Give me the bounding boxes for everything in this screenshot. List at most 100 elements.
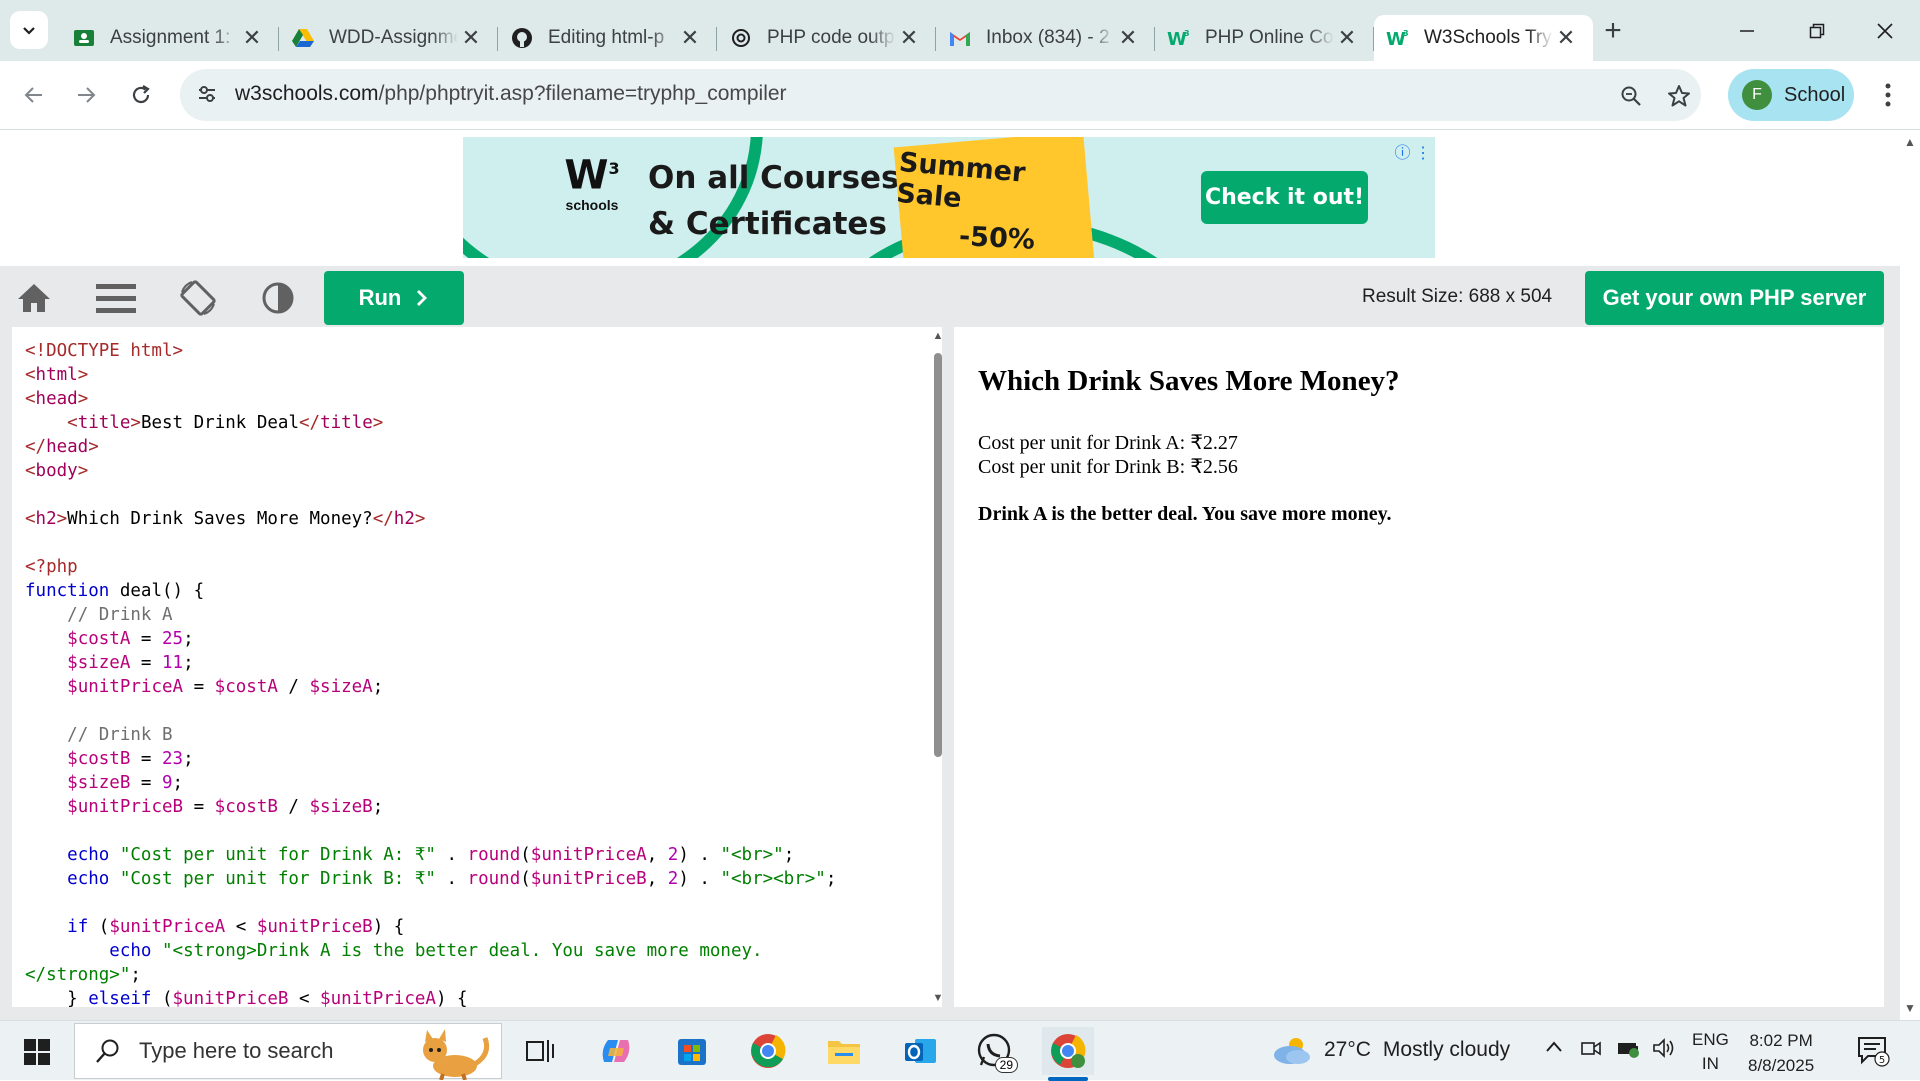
weather-widget[interactable]: 27°C Mostly cloudy [1272, 1035, 1510, 1065]
tab-php-code-output[interactable]: PHP code outp ✕ [717, 15, 936, 61]
tab-github-editing[interactable]: Editing html-p ✕ [498, 15, 717, 61]
dark-mode-button[interactable] [254, 274, 302, 322]
ad-headline: On all Courses & Certificates [648, 155, 900, 247]
result-line-drink-b: Cost per unit for Drink B: ₹2.56 [978, 456, 1238, 478]
profile-button[interactable]: F School [1728, 69, 1854, 121]
arrow-left-icon [24, 87, 42, 103]
restore-button[interactable] [1782, 0, 1852, 61]
meet-now-icon[interactable] [1580, 1037, 1602, 1064]
tab-wdd-assignment[interactable]: WDD-Assignment ✕ [279, 15, 498, 61]
menu-button[interactable] [92, 274, 140, 322]
code-line: <html> [25, 365, 89, 385]
tab-title: W3Schools Try [1424, 27, 1552, 48]
minimize-button[interactable] [1712, 0, 1782, 61]
chrome-button[interactable] [742, 1027, 794, 1075]
sale-badge-discount: -50% [958, 220, 1036, 256]
close-icon[interactable]: ✕ [1553, 25, 1579, 51]
weather-temperature: 27°C [1324, 1038, 1371, 1061]
file-explorer-button[interactable] [818, 1027, 870, 1075]
home-icon [18, 284, 50, 312]
scroll-down-arrow[interactable]: ▼ [1904, 1001, 1916, 1015]
close-icon[interactable]: ✕ [1334, 25, 1360, 51]
w3schools-logo: W3 schools [564, 152, 620, 214]
copilot-icon [602, 1040, 630, 1062]
new-tab-button[interactable]: + [1594, 12, 1632, 50]
code-line: if ($unitPriceA < $unitPriceB) { [67, 917, 405, 937]
code-line: <head> [25, 389, 89, 409]
close-icon[interactable]: ✕ [1115, 25, 1141, 51]
back-button[interactable] [14, 75, 54, 115]
site-info-icon[interactable] [196, 83, 218, 110]
window-close-button[interactable] [1850, 0, 1920, 61]
search-icon [96, 1039, 119, 1063]
windows-icon [24, 1039, 50, 1065]
chrome-profile-button[interactable] [1042, 1027, 1094, 1081]
reload-button[interactable] [121, 75, 161, 115]
microsoft-store-button[interactable] [666, 1027, 718, 1075]
input-language[interactable]: ENG IN [1692, 1028, 1729, 1076]
tab-w3schools-tryit[interactable]: W3 W3Schools Try ✕ [1374, 15, 1593, 61]
cloudy-icon [1274, 1038, 1310, 1064]
code-line: </strong>"; [25, 965, 141, 985]
scroll-down-arrow[interactable]: ▼ [930, 991, 942, 1005]
close-icon[interactable]: ✕ [677, 25, 703, 51]
scrollbar-thumb[interactable] [934, 353, 942, 757]
run-button[interactable]: Run [324, 271, 464, 325]
battery-icon[interactable] [1616, 1037, 1640, 1064]
show-hidden-icons-button[interactable] [1544, 1037, 1564, 1062]
close-icon[interactable]: ✕ [896, 25, 922, 51]
github-icon [510, 26, 534, 50]
svg-text:5: 5 [1879, 1055, 1885, 1066]
task-view-button[interactable] [514, 1027, 566, 1075]
editor-scrollbar[interactable]: ▲ ▼ [933, 327, 942, 1007]
close-icon[interactable]: ✕ [239, 25, 265, 51]
zoom-button[interactable] [1615, 80, 1647, 112]
outlook-button[interactable] [894, 1027, 946, 1075]
w3schools-icon: W3 [1167, 26, 1191, 50]
close-icon[interactable]: ✕ [458, 25, 484, 51]
copilot-button[interactable] [590, 1027, 642, 1075]
url-text[interactable]: w3schools.com/php/phptryit.asp?filename=… [235, 82, 787, 106]
tab-list: Assignment 1: ✕ WDD-Assignment ✕ Editing… [60, 8, 1593, 61]
get-php-server-button[interactable]: Get your own PHP server [1585, 271, 1884, 325]
scroll-up-arrow[interactable]: ▲ [930, 329, 942, 343]
chevron-right-icon [417, 290, 428, 306]
home-button[interactable] [10, 274, 58, 322]
system-clock[interactable]: 8:02 PM 8/8/2025 [1748, 1028, 1814, 1078]
tryit-toolbar: Run Result Size: 688 x 504 Get your own … [0, 266, 1900, 330]
browser-menu-button[interactable] [1870, 75, 1906, 115]
svg-text:3: 3 [1403, 29, 1409, 38]
code-line: $unitPriceB = $costB / $sizeB; [67, 797, 384, 817]
ad-info-icon[interactable]: ⓘ ⋮ [1395, 139, 1431, 163]
notification-center-button[interactable]: 5 [1856, 1035, 1890, 1072]
tab-php-online-compiler[interactable]: W3 PHP Online Co ✕ [1155, 15, 1374, 61]
tab-search-button[interactable] [10, 11, 48, 49]
summer-sale-ad[interactable]: W3 schools On all Courses & Certificates… [463, 137, 1435, 258]
code-line: function deal() { [25, 581, 205, 601]
tab-title: Inbox (834) - 2 [986, 27, 1110, 48]
result-frame: Which Drink Saves More Money? Cost per u… [954, 327, 1884, 1007]
whatsapp-button[interactable]: 29 [968, 1027, 1020, 1075]
weather-condition: Mostly cloudy [1382, 1038, 1511, 1061]
start-button[interactable] [14, 1035, 60, 1069]
code-line: <body> [25, 461, 89, 481]
volume-icon[interactable] [1652, 1037, 1676, 1064]
chrome-icon [751, 1034, 786, 1068]
ad-strip: W3 schools On all Courses & Certificates… [0, 131, 1900, 266]
tab-assignment[interactable]: Assignment 1: ✕ [60, 15, 279, 61]
scroll-up-arrow[interactable]: ▲ [1904, 135, 1916, 149]
taskbar-search[interactable]: Type here to search [74, 1023, 502, 1080]
bookmark-button[interactable] [1663, 80, 1695, 112]
rotate-layout-button[interactable] [174, 274, 222, 322]
code-editor[interactable]: <!DOCTYPE html> <html> <head> <title>Best … [12, 327, 942, 1007]
page-scrollbar[interactable]: ▲ ▼ [1900, 131, 1920, 1020]
check-it-out-button[interactable]: Check it out! [1201, 171, 1368, 224]
code-content[interactable]: <!DOCTYPE html> <html> <head> <title>Best … [25, 339, 836, 1007]
code-line: echo "Cost per unit for Drink A: ₹" . ro… [67, 845, 795, 865]
address-bar[interactable]: w3schools.com/php/phptryit.asp?filename=… [180, 69, 1701, 121]
forward-button[interactable] [66, 75, 106, 115]
tab-gmail-inbox[interactable]: Inbox (834) - 2 ✕ [936, 15, 1155, 61]
